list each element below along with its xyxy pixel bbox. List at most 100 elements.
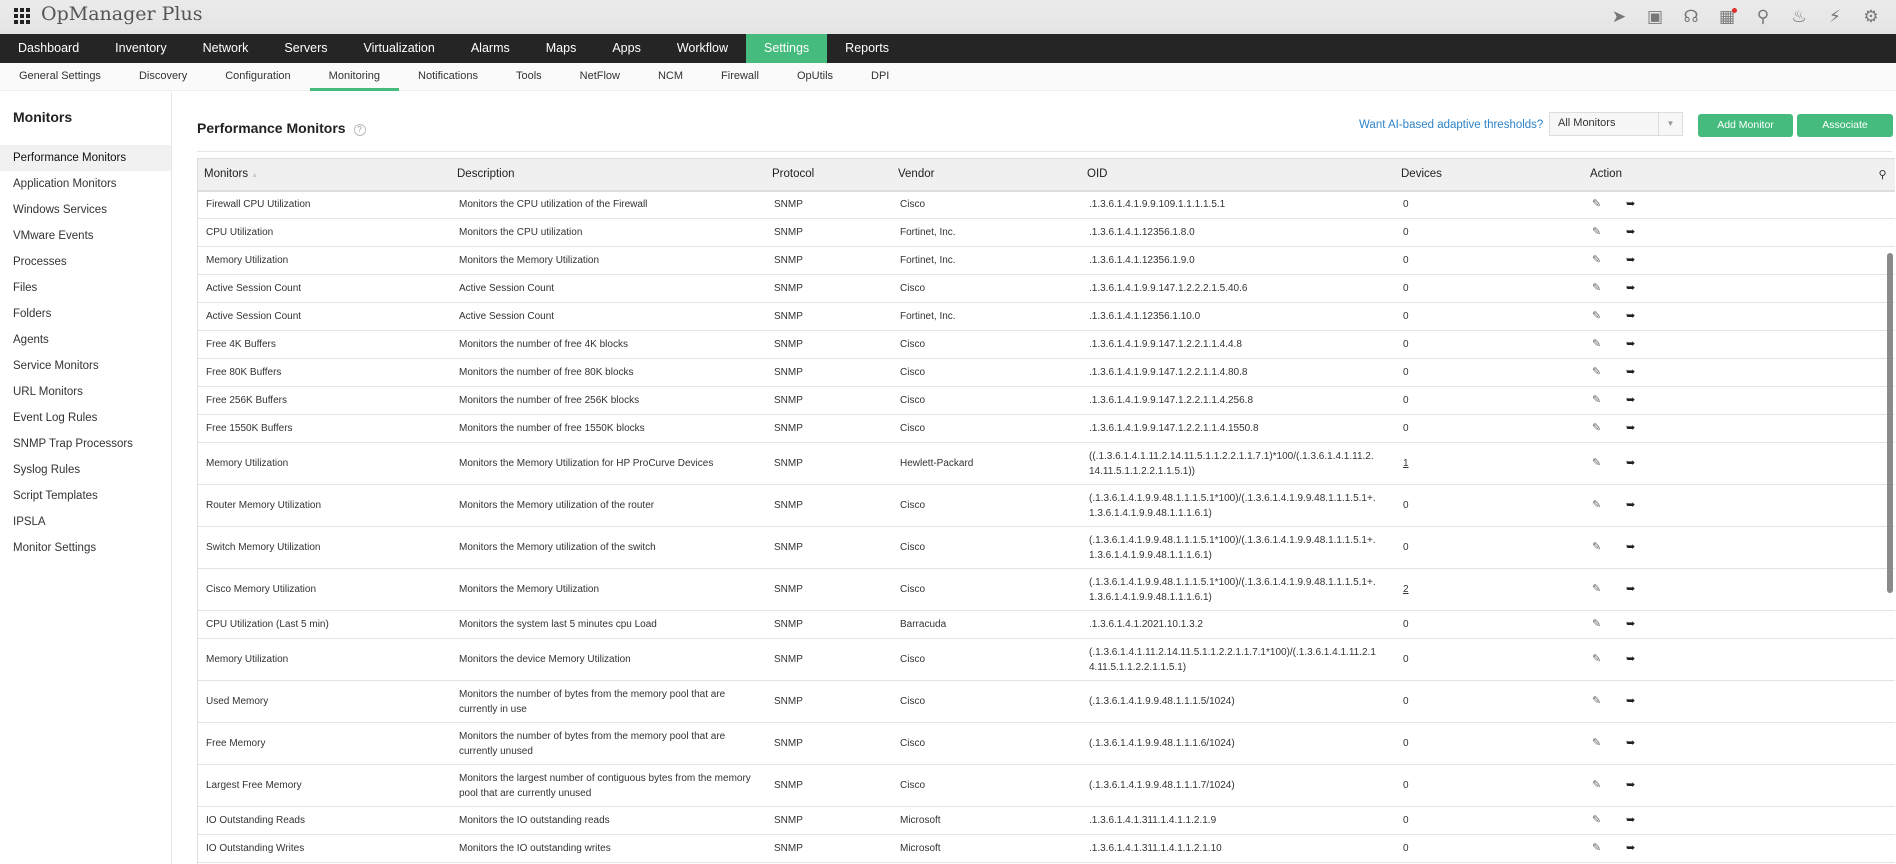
- nav-tab-virtualization[interactable]: Virtualization: [346, 34, 453, 63]
- associate-icon[interactable]: ➥: [1626, 393, 1638, 406]
- subnav-tab-notifications[interactable]: Notifications: [399, 63, 497, 90]
- sidebar-item-performance-monitors[interactable]: Performance Monitors: [0, 145, 171, 171]
- sidebar-item-application-monitors[interactable]: Application Monitors: [0, 171, 171, 197]
- edit-icon[interactable]: ✎: [1592, 540, 1604, 553]
- associate-icon[interactable]: ➥: [1626, 617, 1638, 630]
- sidebar-item-ipsla[interactable]: IPSLA: [0, 509, 171, 535]
- table-row[interactable]: Free 256K Buffers Monitors the number of …: [198, 386, 1895, 415]
- subnav-tab-oputils[interactable]: OpUtils: [778, 63, 852, 90]
- gift-icon[interactable]: ▦: [1716, 6, 1738, 28]
- edit-icon[interactable]: ✎: [1592, 498, 1604, 511]
- column-header-action[interactable]: Action: [1584, 158, 1864, 192]
- cell-devices[interactable]: 2: [1395, 568, 1584, 611]
- edit-icon[interactable]: ✎: [1592, 365, 1604, 378]
- sidebar-item-event-log-rules[interactable]: Event Log Rules: [0, 405, 171, 431]
- bell-icon[interactable]: ♨: [1788, 6, 1810, 28]
- nav-tab-servers[interactable]: Servers: [266, 34, 345, 63]
- associate-icon[interactable]: ➥: [1626, 582, 1638, 595]
- column-header-monitors[interactable]: Monitors ▲: [198, 158, 451, 192]
- column-header-protocol[interactable]: Protocol: [766, 158, 892, 192]
- column-header-oid[interactable]: OID: [1081, 158, 1395, 192]
- edit-icon[interactable]: ✎: [1592, 197, 1604, 210]
- edit-icon[interactable]: ✎: [1592, 337, 1604, 350]
- associate-icon[interactable]: ➥: [1626, 456, 1638, 469]
- associate-icon[interactable]: ➥: [1626, 813, 1638, 826]
- ai-thresholds-link[interactable]: Want AI-based adaptive thresholds?: [1359, 119, 1543, 131]
- edit-icon[interactable]: ✎: [1592, 841, 1604, 854]
- table-row[interactable]: Router Memory Utilization Monitors the Me…: [198, 484, 1895, 527]
- associate-icon[interactable]: ➥: [1626, 309, 1638, 322]
- edit-icon[interactable]: ✎: [1592, 694, 1604, 707]
- edit-icon[interactable]: ✎: [1592, 813, 1604, 826]
- cell-devices[interactable]: 1: [1395, 442, 1584, 485]
- nav-tab-settings[interactable]: Settings: [746, 34, 828, 63]
- devices-link[interactable]: 1: [1403, 458, 1409, 469]
- help-icon[interactable]: ?: [353, 124, 366, 136]
- associate-icon[interactable]: ➥: [1626, 225, 1638, 238]
- table-row[interactable]: Used Memory Monitors the number of bytes …: [198, 680, 1895, 723]
- table-row[interactable]: Largest Free Memory Monitors the largest …: [198, 764, 1895, 807]
- sidebar-item-processes[interactable]: Processes: [0, 249, 171, 275]
- associate-icon[interactable]: ➥: [1626, 778, 1638, 791]
- presentation-icon[interactable]: ▣: [1644, 6, 1666, 28]
- sidebar-item-monitor-settings[interactable]: Monitor Settings: [0, 535, 171, 561]
- associate-icon[interactable]: ➥: [1626, 498, 1638, 511]
- column-header-devices[interactable]: Devices: [1395, 158, 1584, 192]
- nav-tab-maps[interactable]: Maps: [528, 34, 595, 63]
- subnav-tab-firewall[interactable]: Firewall: [702, 63, 778, 90]
- subnav-tab-monitoring[interactable]: Monitoring: [309, 63, 400, 91]
- sidebar-item-folders[interactable]: Folders: [0, 301, 171, 327]
- associate-icon[interactable]: ➥: [1626, 694, 1638, 707]
- edit-icon[interactable]: ✎: [1592, 456, 1604, 469]
- column-header-description[interactable]: Description: [451, 158, 766, 192]
- table-row[interactable]: Active Session Count Active Session Count…: [198, 302, 1895, 331]
- subnav-tab-netflow[interactable]: NetFlow: [561, 63, 639, 90]
- gear-icon[interactable]: ⚙: [1860, 6, 1882, 28]
- edit-icon[interactable]: ✎: [1592, 736, 1604, 749]
- table-row[interactable]: Free Memory Monitors the number of bytes …: [198, 722, 1895, 765]
- nav-tab-apps[interactable]: Apps: [594, 34, 659, 63]
- nav-tab-reports[interactable]: Reports: [827, 34, 907, 63]
- subnav-tab-general-settings[interactable]: General Settings: [0, 63, 120, 90]
- subnav-tab-configuration[interactable]: Configuration: [206, 63, 309, 90]
- monitor-filter-select[interactable]: All Monitors ▼: [1549, 112, 1683, 136]
- table-row[interactable]: Firewall CPU Utilization Monitors the CPU…: [198, 190, 1895, 219]
- table-row[interactable]: Active Session Count Active Session Count…: [198, 274, 1895, 303]
- associate-icon[interactable]: ➥: [1626, 337, 1638, 350]
- edit-icon[interactable]: ✎: [1592, 309, 1604, 322]
- table-row[interactable]: Memory Utilization Monitors the Memory Ut…: [198, 442, 1895, 485]
- add-monitor-button[interactable]: Add Monitor: [1698, 114, 1793, 137]
- sidebar-item-windows-services[interactable]: Windows Services: [0, 197, 171, 223]
- associate-icon[interactable]: ➥: [1626, 841, 1638, 854]
- subnav-tab-tools[interactable]: Tools: [497, 63, 561, 90]
- edit-icon[interactable]: ✎: [1592, 652, 1604, 665]
- subnav-tab-dpi[interactable]: DPI: [852, 63, 908, 90]
- nav-tab-workflow[interactable]: Workflow: [659, 34, 746, 63]
- devices-link[interactable]: 2: [1403, 584, 1409, 595]
- associate-icon[interactable]: ➥: [1626, 540, 1638, 553]
- associate-icon[interactable]: ➥: [1626, 281, 1638, 294]
- sort-icon[interactable]: ▲: [251, 172, 258, 179]
- nav-tab-dashboard[interactable]: Dashboard: [0, 34, 97, 63]
- edit-icon[interactable]: ✎: [1592, 778, 1604, 791]
- edit-icon[interactable]: ✎: [1592, 617, 1604, 630]
- table-row[interactable]: Free 4K Buffers Monitors the number of fr…: [198, 330, 1895, 359]
- edit-icon[interactable]: ✎: [1592, 582, 1604, 595]
- plug-icon[interactable]: ⚡: [1824, 6, 1846, 28]
- search-icon[interactable]: ⚲: [1752, 6, 1774, 28]
- associate-icon[interactable]: ➥: [1626, 421, 1638, 434]
- table-row[interactable]: Free 1550K Buffers Monitors the number of…: [198, 414, 1895, 443]
- sidebar-item-snmp-trap-processors[interactable]: SNMP Trap Processors: [0, 431, 171, 457]
- nav-tab-network[interactable]: Network: [185, 34, 267, 63]
- nav-tab-inventory[interactable]: Inventory: [97, 34, 184, 63]
- edit-icon[interactable]: ✎: [1592, 281, 1604, 294]
- nav-tab-alarms[interactable]: Alarms: [453, 34, 528, 63]
- column-header-vendor[interactable]: Vendor: [892, 158, 1081, 192]
- table-row[interactable]: Cisco Memory Utilization Monitors the Mem…: [198, 568, 1895, 611]
- associate-icon[interactable]: ➥: [1626, 253, 1638, 266]
- table-row[interactable]: IO Outstanding Writes Monitors the IO out…: [198, 834, 1895, 863]
- table-row[interactable]: Memory Utilization Monitors the device Me…: [198, 638, 1895, 681]
- headset-icon[interactable]: ☊: [1680, 6, 1702, 28]
- associate-button[interactable]: Associate: [1797, 114, 1893, 137]
- sidebar-item-vmware-events[interactable]: VMware Events: [0, 223, 171, 249]
